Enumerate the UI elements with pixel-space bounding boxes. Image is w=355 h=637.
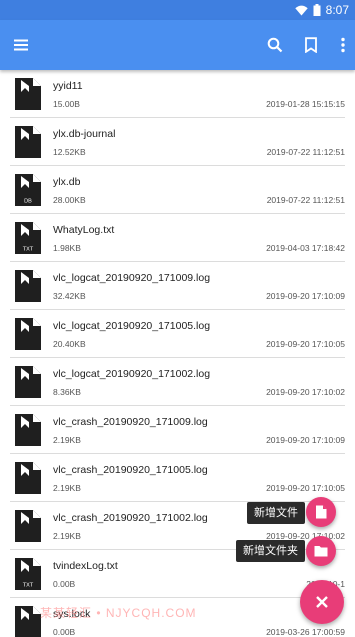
file-name: ylx.db-journal [53, 128, 116, 140]
file-size: 32.42KB [53, 291, 86, 301]
file-date: 2019-09-20 17:10:05 [266, 339, 345, 349]
file-icon: DB [15, 174, 41, 206]
app-toolbar [0, 20, 355, 70]
file-icon [15, 462, 41, 494]
battery-icon [313, 4, 321, 16]
file-name: vlc_logcat_20190920_171002.log [53, 368, 211, 380]
file-size: 20.40KB [53, 339, 86, 349]
file-row[interactable]: DB ylx.db 28.00KB 2019-07-22 11:12:51 [10, 166, 345, 214]
new-file-icon [316, 505, 327, 519]
svg-text:TXT: TXT [23, 247, 34, 253]
new-file-button[interactable] [306, 497, 336, 527]
file-name: WhatyLog.txt [53, 224, 115, 236]
file-row[interactable]: vlc_logcat_20190920_171009.log 32.42KB 2… [10, 262, 345, 310]
new-folder-icon [314, 546, 328, 557]
svg-text:DB: DB [24, 199, 32, 205]
file-date: 2019-04-03 17:18:42 [266, 243, 345, 253]
file-icon [15, 414, 41, 446]
file-size: 2.19KB [53, 531, 81, 541]
file-date: 2019-01-28 15:15:15 [266, 99, 345, 109]
file-size: 2.19KB [53, 435, 81, 445]
file-name: vlc_logcat_20190920_171005.log [53, 320, 211, 332]
file-icon: TXT [15, 558, 41, 590]
file-size: 8.36KB [53, 387, 81, 397]
more-options-button[interactable] [330, 32, 355, 58]
close-fab-button[interactable] [300, 580, 344, 624]
file-row[interactable]: ylx.db-journal 12.52KB 2019-07-22 11:12:… [10, 118, 345, 166]
file-name: vlc_crash_20190920_171009.log [53, 416, 208, 428]
file-row[interactable]: vlc_crash_20190920_171005.log 2.19KB 201… [10, 454, 345, 502]
file-row[interactable]: yyid11 15.00B 2019-01-28 15:15:15 [10, 70, 345, 118]
file-date: 2019-09-20 17:10:02 [266, 387, 345, 397]
file-icon [15, 78, 41, 110]
search-button[interactable] [262, 32, 288, 58]
file-row[interactable]: vlc_logcat_20190920_171005.log 20.40KB 2… [10, 310, 345, 358]
new-folder-label: 新增文件夹 [236, 540, 305, 562]
file-icon [15, 318, 41, 350]
file-date: 2019-09-20 17:10:05 [266, 483, 345, 493]
file-date: 2019-09-20 17:10:09 [266, 291, 345, 301]
more-vert-icon [341, 37, 345, 53]
file-size: 2.19KB [53, 483, 81, 493]
file-icon [15, 606, 41, 637]
file-name: ylx.db [53, 176, 81, 188]
file-date: 2019-03-26 17:00:59 [266, 627, 345, 637]
file-name: yyid11 [53, 80, 83, 92]
file-icon [15, 270, 41, 302]
bookmark-icon [305, 37, 317, 53]
search-icon [267, 37, 283, 53]
file-name: vlc_crash_20190920_171002.log [53, 512, 208, 524]
file-size: 12.52KB [53, 147, 86, 157]
wifi-icon [294, 5, 308, 15]
file-row[interactable]: vlc_logcat_20190920_171002.log 8.36KB 20… [10, 358, 345, 406]
new-folder-button[interactable] [306, 536, 336, 566]
file-icon [15, 510, 41, 542]
file-date: 2019-07-22 11:12:51 [266, 147, 345, 157]
bookmark-button[interactable] [298, 32, 324, 58]
watermark: 某某轻汇 • NJYCQH.COM [40, 606, 197, 620]
close-icon [316, 596, 328, 608]
file-icon: TXT [15, 222, 41, 254]
file-size: 28.00KB [53, 195, 86, 205]
status-bar: 8:07 [0, 0, 355, 20]
file-date: 2019-07-22 11:12:51 [266, 195, 345, 205]
file-name: vlc_crash_20190920_171005.log [53, 464, 208, 476]
file-icon [15, 126, 41, 158]
file-name: vlc_logcat_20190920_171009.log [53, 272, 211, 284]
menu-icon [14, 39, 28, 51]
file-row[interactable]: vlc_crash_20190920_171009.log 2.19KB 201… [10, 406, 345, 454]
clock: 8:07 [325, 3, 349, 17]
file-row[interactable]: TXT WhatyLog.txt 1.98KB 2019-04-03 17:18… [10, 214, 345, 262]
menu-button[interactable] [8, 32, 34, 58]
svg-text:TXT: TXT [23, 583, 34, 589]
file-size: 1.98KB [53, 243, 81, 253]
new-file-label: 新增文件 [247, 502, 305, 524]
file-date: 2019-09-20 17:10:09 [266, 435, 345, 445]
file-size: 0.00B [53, 627, 76, 637]
file-icon [15, 366, 41, 398]
file-size: 0.00B [53, 579, 76, 589]
file-name: tvindexLog.txt [53, 560, 118, 572]
file-size: 15.00B [53, 99, 80, 109]
